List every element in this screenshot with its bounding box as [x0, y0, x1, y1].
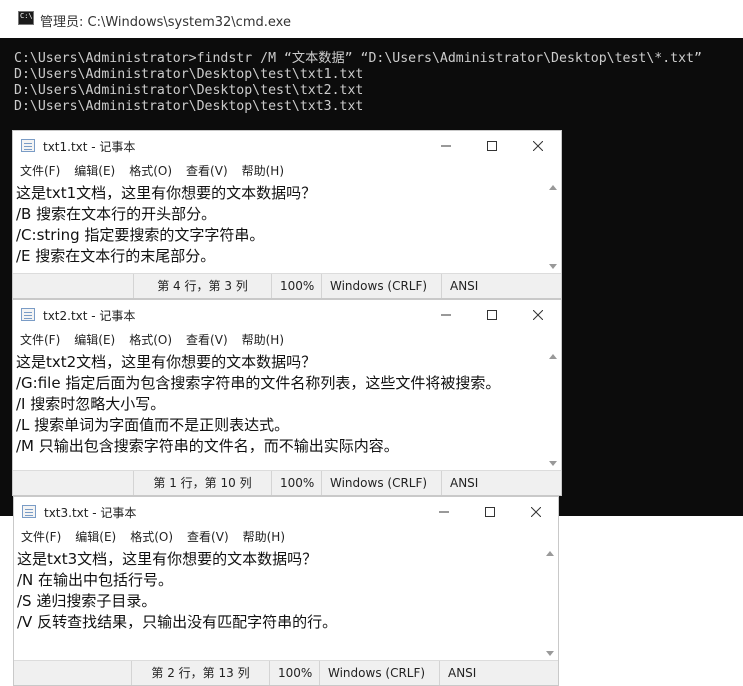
- menu-view[interactable]: 查看(V): [179, 161, 235, 181]
- menu-file[interactable]: 文件(F): [13, 330, 67, 350]
- menu-view[interactable]: 查看(V): [179, 330, 235, 350]
- text-line: /L 搜索单词为字面值而不是正则表达式。: [16, 416, 290, 434]
- vertical-scrollbar[interactable]: [546, 181, 561, 273]
- status-cursor-position: 第 4 行，第 3 列: [133, 274, 271, 298]
- minimize-icon: [441, 314, 451, 316]
- menu-help[interactable]: 帮助(H): [235, 330, 291, 350]
- menu-view[interactable]: 查看(V): [180, 527, 236, 547]
- console-line: D:\Users\Administrator\Desktop\test\txt1…: [14, 67, 364, 82]
- cmd-title: 管理员: C:\Windows\system32\cmd.exe: [40, 15, 291, 30]
- status-line-ending: Windows (CRLF): [319, 661, 439, 685]
- notepad-window-txt3[interactable]: txt3.txt - 记事本 文件(F) 编辑(E) 格式(O) 查看(V) 帮…: [13, 496, 559, 686]
- menu-file[interactable]: 文件(F): [14, 527, 68, 547]
- close-icon: [531, 507, 541, 517]
- status-zoom: 100%: [269, 661, 319, 685]
- menu-edit[interactable]: 编辑(E): [67, 161, 122, 181]
- text-editor-area[interactable]: 这是txt2文档，这里有你想要的文本数据吗？ /G:file 指定后面为包含搜索字…: [13, 350, 546, 470]
- scroll-up-arrow-icon[interactable]: [549, 185, 557, 190]
- menu-bar: 文件(F) 编辑(E) 格式(O) 查看(V) 帮助(H): [13, 330, 561, 350]
- status-encoding: ANSI: [439, 661, 544, 685]
- notepad-window-txt2[interactable]: txt2.txt - 记事本 文件(F) 编辑(E) 格式(O) 查看(V) 帮…: [12, 299, 562, 496]
- close-button[interactable]: [513, 497, 559, 527]
- text-line: /G:file 指定后面为包含搜索字符串的文件名称列表，这些文件将被搜索。: [16, 374, 501, 392]
- console-line: C:\Users\Administrator>findstr /M “文本数据”…: [14, 51, 702, 66]
- status-zoom: 100%: [271, 274, 321, 298]
- maximize-icon: [485, 507, 495, 517]
- text-line: /C:string 指定要搜索的文字字符串。: [16, 226, 265, 244]
- window-title: txt1.txt - 记事本: [43, 140, 136, 154]
- menu-edit[interactable]: 编辑(E): [68, 527, 123, 547]
- text-line: 这是txt2文档，这里有你想要的文本数据吗？: [16, 353, 317, 371]
- text-editor-area[interactable]: 这是txt1文档，这里有你想要的文本数据吗？ /B 搜索在文本行的开头部分。 /C:…: [13, 181, 546, 273]
- maximize-icon: [487, 141, 497, 151]
- scroll-down-arrow-icon[interactable]: [546, 651, 554, 656]
- maximize-button[interactable]: [467, 497, 513, 527]
- minimize-button[interactable]: [423, 131, 469, 161]
- text-line: /E 搜索在文本行的末尾部分。: [16, 247, 216, 265]
- menu-bar: 文件(F) 编辑(E) 格式(O) 查看(V) 帮助(H): [14, 527, 558, 547]
- close-icon: [533, 141, 543, 151]
- notepad-icon: [22, 505, 36, 518]
- scroll-down-arrow-icon[interactable]: [549, 461, 557, 466]
- status-encoding: ANSI: [441, 274, 546, 298]
- console-line: D:\Users\Administrator\Desktop\test\txt2…: [14, 83, 364, 98]
- notepad-titlebar[interactable]: txt1.txt - 记事本: [13, 131, 561, 161]
- minimize-button[interactable]: [421, 497, 467, 527]
- vertical-scrollbar[interactable]: [546, 350, 561, 470]
- status-cursor-position: 第 1 行，第 10 列: [133, 471, 271, 495]
- close-button[interactable]: [515, 131, 561, 161]
- text-line: /V 反转查找结果，只输出没有匹配字符串的行。: [17, 613, 338, 631]
- notepad-icon: [21, 139, 35, 152]
- maximize-button[interactable]: [469, 300, 515, 330]
- minimize-icon: [441, 145, 451, 147]
- menu-help[interactable]: 帮助(H): [235, 161, 291, 181]
- status-bar: 第 1 行，第 10 列 100% Windows (CRLF) ANSI: [13, 470, 561, 495]
- text-editor-area[interactable]: 这是txt3文档，这里有你想要的文本数据吗？ /N 在输出中包括行号。 /S 递归搜…: [14, 547, 543, 660]
- status-zoom: 100%: [271, 471, 321, 495]
- status-bar: 第 4 行，第 3 列 100% Windows (CRLF) ANSI: [13, 273, 561, 298]
- menu-file[interactable]: 文件(F): [13, 161, 67, 181]
- notepad-titlebar[interactable]: txt3.txt - 记事本: [14, 497, 558, 527]
- console-line: D:\Users\Administrator\Desktop\test\txt3…: [14, 99, 364, 114]
- notepad-window-txt1[interactable]: txt1.txt - 记事本 文件(F) 编辑(E) 格式(O) 查看(V) 帮…: [12, 130, 562, 299]
- menu-format[interactable]: 格式(O): [122, 330, 179, 350]
- notepad-titlebar[interactable]: txt2.txt - 记事本: [13, 300, 561, 330]
- scroll-up-arrow-icon[interactable]: [549, 354, 557, 359]
- menu-format[interactable]: 格式(O): [122, 161, 179, 181]
- minimize-icon: [439, 511, 449, 513]
- menu-help[interactable]: 帮助(H): [236, 527, 292, 547]
- close-icon: [533, 310, 543, 320]
- status-bar: 第 2 行，第 13 列 100% Windows (CRLF) ANSI: [14, 660, 558, 685]
- status-encoding: ANSI: [441, 471, 546, 495]
- menu-bar: 文件(F) 编辑(E) 格式(O) 查看(V) 帮助(H): [13, 161, 561, 181]
- window-title: txt2.txt - 记事本: [43, 309, 136, 323]
- maximize-button[interactable]: [469, 131, 515, 161]
- text-line: /N 在输出中包括行号。: [17, 571, 174, 589]
- text-line: /B 搜索在文本行的开头部分。: [16, 205, 217, 223]
- vertical-scrollbar[interactable]: [543, 547, 558, 660]
- cmd-titlebar[interactable]: 管理员: C:\Windows\system32\cmd.exe: [0, 0, 743, 38]
- status-line-ending: Windows (CRLF): [321, 274, 441, 298]
- text-line: /M 只输出包含搜索字符串的文件名，而不输出实际内容。: [16, 437, 399, 455]
- menu-format[interactable]: 格式(O): [123, 527, 180, 547]
- close-button[interactable]: [515, 300, 561, 330]
- console-output[interactable]: C:\Users\Administrator>findstr /M “文本数据”…: [14, 51, 702, 115]
- text-line: 这是txt1文档，这里有你想要的文本数据吗？: [16, 184, 317, 202]
- window-title: txt3.txt - 记事本: [44, 506, 137, 520]
- text-line: /S 递归搜索子目录。: [17, 592, 157, 610]
- maximize-icon: [487, 310, 497, 320]
- text-line: /I 搜索时忽略大小写。: [16, 395, 166, 413]
- scroll-down-arrow-icon[interactable]: [549, 264, 557, 269]
- minimize-button[interactable]: [423, 300, 469, 330]
- text-line: 这是txt3文档，这里有你想要的文本数据吗？: [17, 550, 318, 568]
- console-icon: [18, 11, 34, 25]
- menu-edit[interactable]: 编辑(E): [67, 330, 122, 350]
- status-cursor-position: 第 2 行，第 13 列: [131, 661, 269, 685]
- scroll-up-arrow-icon[interactable]: [546, 551, 554, 556]
- status-line-ending: Windows (CRLF): [321, 471, 441, 495]
- notepad-icon: [21, 308, 35, 321]
